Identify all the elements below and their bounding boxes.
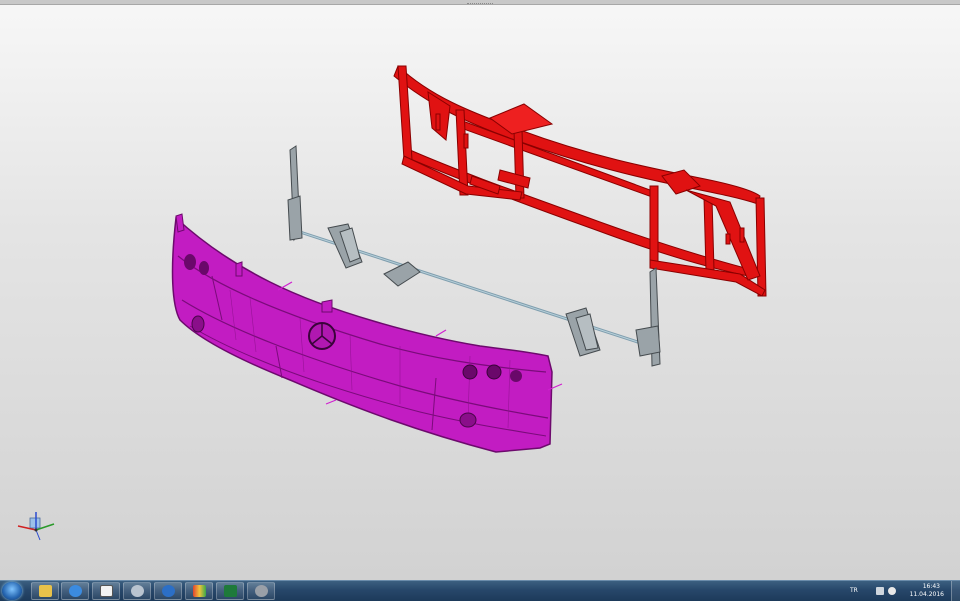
arrow-tray-icon[interactable] bbox=[876, 587, 884, 595]
bumper[interactable] bbox=[171, 213, 563, 453]
system-tray: TR 16:43 11.04.2016 bbox=[850, 581, 960, 601]
windows-start-icon[interactable] bbox=[2, 582, 22, 600]
language-indicator[interactable]: TR bbox=[850, 587, 858, 594]
clock-date[interactable]: 11.04.2016 bbox=[910, 591, 944, 598]
axis-triad-icon[interactable] bbox=[17, 512, 55, 541]
3d-scene[interactable] bbox=[0, 0, 960, 580]
file-explorer-icon[interactable] bbox=[31, 582, 59, 600]
frame[interactable] bbox=[393, 65, 767, 297]
taskbar: TR 16:43 11.04.2016 bbox=[0, 580, 960, 601]
clock-time[interactable]: 16:43 bbox=[923, 583, 940, 590]
flag-tray-icon[interactable] bbox=[888, 587, 896, 595]
cad-app-icon[interactable] bbox=[247, 582, 275, 600]
window-app-icon[interactable] bbox=[92, 582, 120, 600]
cad-viewport[interactable] bbox=[0, 0, 960, 580]
internet-explorer-icon[interactable] bbox=[61, 582, 89, 600]
excel-icon[interactable] bbox=[216, 582, 244, 600]
show-desktop-button[interactable] bbox=[951, 581, 960, 601]
globe-app-icon[interactable] bbox=[154, 582, 182, 600]
colored-app-icon[interactable] bbox=[185, 582, 213, 600]
gear-app-icon[interactable] bbox=[123, 582, 151, 600]
